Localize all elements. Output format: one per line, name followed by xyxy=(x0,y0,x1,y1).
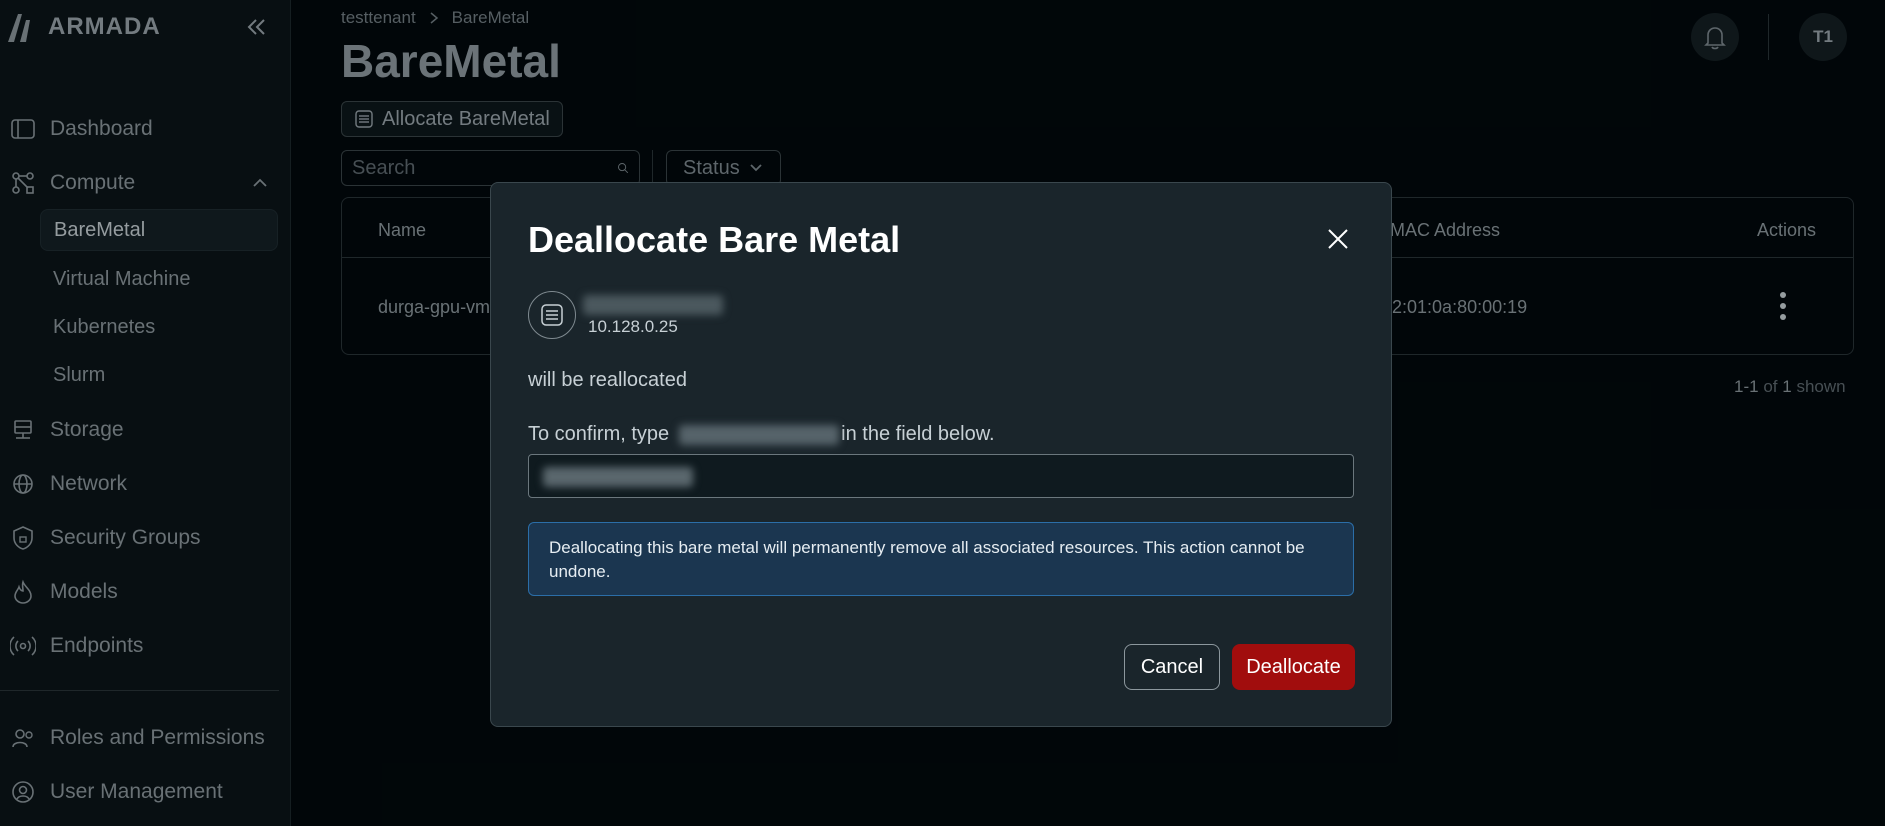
redacted-confirm-name xyxy=(679,424,840,445)
close-icon[interactable] xyxy=(1324,225,1352,253)
redacted-server-name xyxy=(583,295,723,315)
confirm-suffix: in the field below. xyxy=(841,423,995,445)
modal-message: will be reallocated xyxy=(528,369,687,391)
confirm-prefix: To confirm, type xyxy=(528,423,670,445)
modal-title: Deallocate Bare Metal xyxy=(528,219,901,260)
deallocate-button[interactable]: Deallocate xyxy=(1232,644,1355,690)
cancel-button[interactable]: Cancel xyxy=(1124,644,1220,690)
warning-banner: Deallocating this bare metal will perman… xyxy=(528,522,1354,596)
deallocate-modal: Deallocate Bare Metal 10.128.0.25 will b… xyxy=(490,182,1392,727)
confirm-name-input[interactable] xyxy=(528,454,1354,498)
confirm-instructions: To confirm, type in the field below. xyxy=(528,423,995,446)
server-icon xyxy=(541,304,563,326)
redacted-input-value xyxy=(543,467,693,487)
server-avatar xyxy=(528,291,576,339)
server-ip: 10.128.0.25 xyxy=(588,317,678,336)
